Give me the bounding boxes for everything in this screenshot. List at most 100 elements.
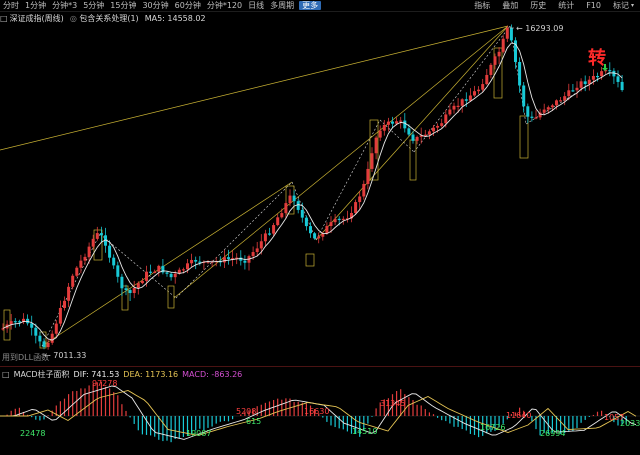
candle-body xyxy=(591,75,595,80)
candle-body xyxy=(575,87,579,91)
candle-body xyxy=(403,120,407,129)
chart-info-bar: □ 深证成指(周线) ◎ 包含关系处理(1) MA5: 14558.02 xyxy=(0,13,206,24)
candle-body xyxy=(382,124,386,131)
candle-body xyxy=(124,288,128,291)
candle-body xyxy=(620,81,624,91)
candle-body xyxy=(251,252,255,257)
candle-body xyxy=(542,109,546,113)
candle-body xyxy=(407,128,411,135)
period-toolbar: 分时 1分钟 分钟*3 5分钟 15分钟 30分钟 60分钟 分钟*120 日线… xyxy=(0,0,640,12)
candle-body xyxy=(489,64,493,75)
tab-timeshare[interactable]: 分时 xyxy=(0,0,22,12)
f10-button[interactable]: F10 xyxy=(580,0,607,12)
chart-menu-icon[interactable]: □ xyxy=(0,14,8,23)
tab-5min[interactable]: 5分钟 xyxy=(80,0,107,12)
stats-button[interactable]: 统计 xyxy=(552,0,580,12)
candle-body xyxy=(34,327,38,336)
candle-body xyxy=(427,131,431,135)
candle-body xyxy=(386,121,390,125)
candle-body xyxy=(415,136,419,141)
period-tabs: 分时 1分钟 分钟*3 5分钟 15分钟 30分钟 60分钟 分钟*120 日线… xyxy=(0,0,468,12)
macd-area-label: 2033 xyxy=(620,419,640,428)
candle-body xyxy=(300,209,304,218)
candle-body xyxy=(579,81,583,88)
macd-area-label: 615 xyxy=(246,417,261,426)
candle-body xyxy=(530,116,534,118)
candle-body xyxy=(95,233,99,239)
candle-body xyxy=(522,85,526,107)
indicator-name: ◎ 包含关系处理(1) xyxy=(64,13,139,24)
macd-area-label: 19087 xyxy=(186,429,211,438)
candle-body xyxy=(473,91,476,96)
candle-body xyxy=(243,260,247,263)
macd-area-label: 14510 xyxy=(352,427,377,436)
candle-body xyxy=(313,233,317,239)
candle-body xyxy=(263,233,267,242)
tab-multi-period[interactable]: 多周期 xyxy=(267,0,297,12)
candle-body xyxy=(317,236,321,239)
candle-body xyxy=(411,134,415,141)
tab-1min[interactable]: 1分钟 xyxy=(22,0,49,12)
candle-body xyxy=(268,233,271,235)
candle-body xyxy=(309,226,312,234)
mark-label: 标记 xyxy=(612,0,629,10)
candle-body xyxy=(567,90,571,97)
candle-body xyxy=(468,95,472,101)
candles xyxy=(1,24,624,350)
tab-30min[interactable]: 30分钟 xyxy=(139,0,171,12)
history-button[interactable]: 历史 xyxy=(524,0,552,12)
macd-area-label: 5208 xyxy=(236,407,256,416)
mark-button[interactable]: 标记 ▾ xyxy=(607,0,640,12)
candle-body xyxy=(497,51,501,57)
candlestick-chart[interactable]: ← 16293.09 ← 7011.33 xyxy=(0,24,640,365)
tab-120min[interactable]: 分钟*120 xyxy=(204,0,245,12)
candle-body xyxy=(370,153,374,169)
inclusion-box xyxy=(519,115,529,159)
candle-body xyxy=(505,27,509,39)
candle-body xyxy=(272,225,276,234)
macd-area-label: 97278 xyxy=(92,379,117,388)
candle-body xyxy=(481,84,485,90)
candle-body xyxy=(87,246,91,257)
candle-body xyxy=(616,76,620,82)
candle-body xyxy=(120,276,124,289)
candle-body xyxy=(181,269,185,271)
indicator-button[interactable]: 指标 xyxy=(468,0,496,12)
candle-body xyxy=(116,265,120,277)
candle-body xyxy=(58,307,62,324)
candle-body xyxy=(448,109,452,115)
ma5-value: MA5: 14558.02 xyxy=(144,14,206,23)
candle-body xyxy=(432,127,435,132)
more-button[interactable]: 更多 xyxy=(299,1,322,10)
candle-body xyxy=(149,271,153,273)
inclusion-box xyxy=(409,139,417,181)
candle-body xyxy=(83,256,87,261)
candle-body xyxy=(136,283,140,288)
macd-area-label: 16726 xyxy=(480,423,505,432)
indicator-label: 包含关系处理(1) xyxy=(79,14,139,23)
macd-area-labels: 97278 22478 19087 5208615 16630 14510 31345 167… xyxy=(20,379,640,438)
candle-body xyxy=(79,260,83,268)
candle-body xyxy=(600,71,604,77)
candle-body xyxy=(509,27,513,41)
candle-body xyxy=(329,222,333,227)
candle-body xyxy=(75,267,79,276)
tab-daily[interactable]: 日线 xyxy=(245,0,267,12)
candle-body xyxy=(288,195,292,204)
pane-divider[interactable] xyxy=(0,366,640,367)
tab-15min[interactable]: 15分钟 xyxy=(107,0,139,12)
overlay-button[interactable]: 叠加 xyxy=(496,0,524,12)
candle-body xyxy=(30,323,34,328)
candle-body xyxy=(145,271,148,281)
candle-body xyxy=(460,99,464,106)
indicator-status-icon: ◎ xyxy=(69,14,80,23)
chevron-down-icon: ▾ xyxy=(630,1,634,9)
candle-body xyxy=(550,105,554,108)
tab-3min[interactable]: 分钟*3 xyxy=(49,0,80,12)
candle-body xyxy=(71,275,75,287)
candle-body xyxy=(563,96,567,101)
tab-60min[interactable]: 60分钟 xyxy=(172,0,204,12)
candle-body xyxy=(190,259,194,264)
price-annotations: ← 16293.09 ← 7011.33 xyxy=(44,24,608,360)
macd-chart[interactable]: 97278 22478 19087 5208615 16630 14510 31345 167… xyxy=(0,368,640,455)
